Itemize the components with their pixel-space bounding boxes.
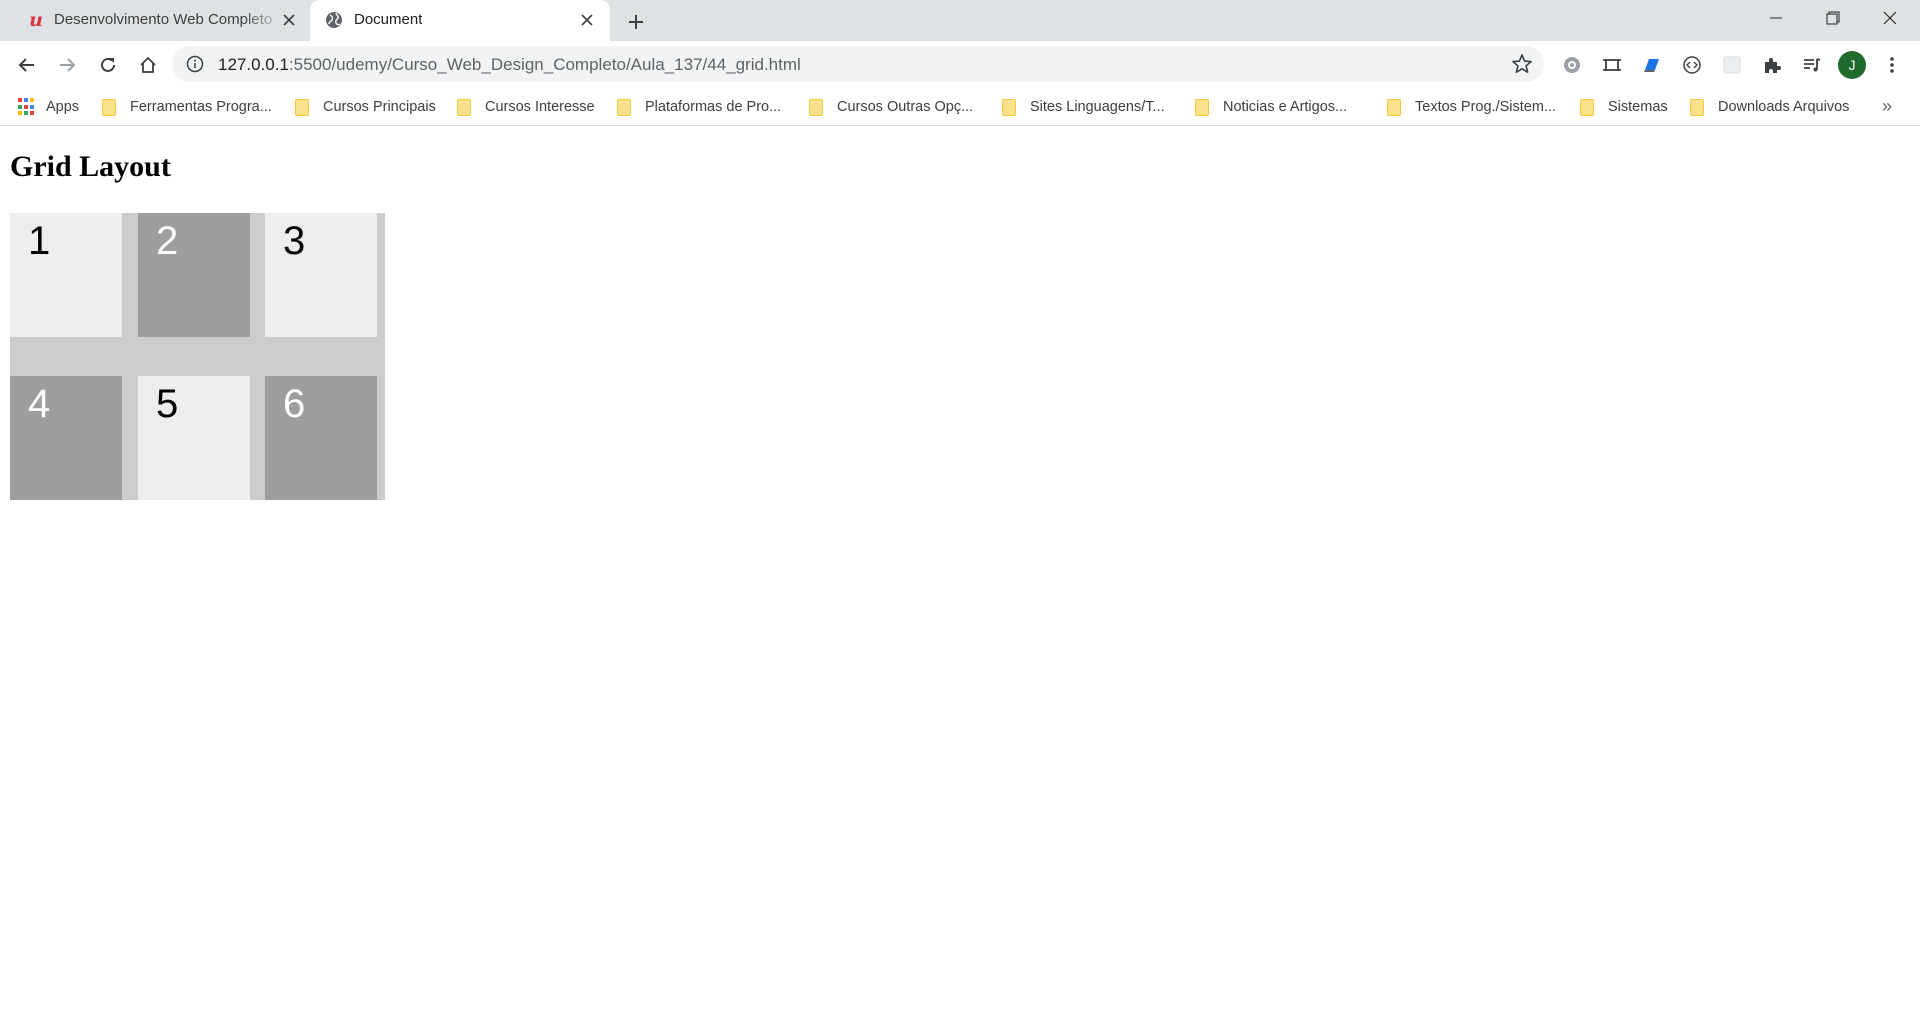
bookmark-label: Plataformas de Pro... bbox=[645, 99, 782, 115]
tab-title: Desenvolvimento Web Completo bbox=[54, 11, 273, 28]
minimize-button[interactable] bbox=[1748, 0, 1804, 36]
tab-udemy[interactable]: u Desenvolvimento Web Completo bbox=[12, 0, 312, 41]
folder-icon bbox=[457, 98, 471, 116]
tab-title: Document bbox=[354, 11, 423, 28]
home-icon bbox=[140, 56, 156, 73]
folder-icon bbox=[809, 98, 823, 116]
grid-cell: 6 bbox=[265, 376, 377, 500]
address-bar[interactable]: 127.0.0.1:5500/udemy/Curso_Web_Design_Co… bbox=[172, 46, 1544, 82]
window-close-button[interactable] bbox=[1862, 0, 1918, 36]
bookmark-label: Cursos Outras Opç... bbox=[837, 99, 974, 115]
page-viewport: Grid Layout 1 2 3 4 5 6 bbox=[0, 127, 1920, 1030]
reload-icon bbox=[101, 57, 115, 72]
grid-cell: 5 bbox=[138, 376, 250, 500]
bookmark-apps[interactable]: Apps bbox=[18, 94, 79, 120]
back-button[interactable] bbox=[11, 49, 43, 81]
bookmark-folder[interactable]: Downloads Arquivos bbox=[1690, 94, 1849, 120]
code-extension-icon[interactable] bbox=[1677, 50, 1707, 80]
arrow-left-icon bbox=[18, 58, 34, 72]
tab-document[interactable]: Document bbox=[310, 0, 610, 41]
bookmark-folder[interactable]: Cursos Outras Opç... bbox=[809, 94, 973, 120]
bookmark-folder[interactable]: Sistemas bbox=[1580, 94, 1668, 120]
blank-extension-icon[interactable] bbox=[1717, 50, 1747, 80]
restore-button[interactable] bbox=[1805, 0, 1861, 36]
grid-cell: 2 bbox=[138, 213, 250, 337]
new-tab-button[interactable] bbox=[622, 8, 650, 36]
bookmark-label: Cursos Principais bbox=[323, 99, 436, 115]
star-icon[interactable] bbox=[1511, 53, 1533, 75]
minimize-icon bbox=[1770, 17, 1782, 19]
arrow-right-icon bbox=[60, 58, 76, 72]
browser-toolbar: 127.0.0.1:5500/udemy/Curso_Web_Design_Co… bbox=[0, 41, 1920, 88]
forward-button[interactable] bbox=[51, 49, 83, 81]
close-icon bbox=[1883, 11, 1897, 25]
url-path: :5500/udemy/Curso_Web_Design_Completo/Au… bbox=[288, 55, 801, 74]
bookmark-folder[interactable]: Cursos Principais bbox=[295, 94, 436, 120]
folder-icon bbox=[295, 98, 309, 116]
apps-grid-icon bbox=[18, 98, 36, 116]
bookmark-label: Textos Prog./Sistem... bbox=[1415, 99, 1557, 115]
globe-icon bbox=[325, 11, 343, 29]
grid-cell: 3 bbox=[265, 213, 377, 337]
bookmark-label: Cursos Interesse bbox=[485, 99, 595, 115]
bookmark-folder[interactable]: Sites Linguagens/T... bbox=[1002, 94, 1165, 120]
bookmark-label: Ferramentas Progra... bbox=[130, 99, 272, 115]
reload-button[interactable] bbox=[92, 49, 124, 81]
bookmark-label: Downloads Arquivos bbox=[1718, 99, 1850, 115]
folder-icon bbox=[1195, 98, 1209, 116]
kebab-menu-icon bbox=[1890, 57, 1894, 73]
url-text[interactable]: 127.0.0.1:5500/udemy/Curso_Web_Design_Co… bbox=[218, 55, 801, 75]
grid-cell: 1 bbox=[10, 213, 122, 337]
bookmark-label: Sistemas bbox=[1608, 99, 1668, 115]
extension-settings-icon[interactable] bbox=[1557, 50, 1587, 80]
folder-icon bbox=[1690, 98, 1704, 116]
folder-icon bbox=[617, 98, 631, 116]
folder-icon bbox=[102, 98, 116, 116]
bookmark-folder[interactable]: Noticias e Artigos... bbox=[1195, 94, 1347, 120]
home-button[interactable] bbox=[132, 49, 164, 81]
folder-icon bbox=[1387, 98, 1401, 116]
more-menu-button[interactable] bbox=[1877, 50, 1907, 80]
folder-icon bbox=[1580, 98, 1594, 116]
bookmark-folder[interactable]: Cursos Interesse bbox=[457, 94, 595, 120]
bookmarks-bar: Apps Ferramentas Progra... Cursos Princi… bbox=[0, 88, 1920, 126]
info-icon[interactable] bbox=[186, 55, 204, 73]
close-icon[interactable] bbox=[576, 9, 598, 31]
tab-strip: u Desenvolvimento Web Completo Document bbox=[0, 0, 1920, 41]
bookmark-folder[interactable]: Plataformas de Pro... bbox=[617, 94, 781, 120]
restore-icon bbox=[1826, 11, 1840, 25]
screenshot-icon[interactable] bbox=[1597, 50, 1627, 80]
url-host: 127.0.0.1 bbox=[218, 55, 289, 74]
grid-cell: 4 bbox=[10, 376, 122, 500]
grid-container: 1 2 3 4 5 6 bbox=[10, 213, 385, 500]
bookmark-label: Sites Linguagens/T... bbox=[1030, 99, 1165, 115]
plus-icon bbox=[629, 15, 643, 29]
bookmark-label: Noticias e Artigos... bbox=[1223, 99, 1348, 115]
bookmark-label: Apps bbox=[46, 99, 80, 115]
blue-extension-icon[interactable] bbox=[1637, 50, 1667, 80]
bookmark-folder[interactable]: Textos Prog./Sistem... bbox=[1387, 94, 1556, 120]
folder-icon bbox=[1002, 98, 1016, 116]
puzzle-icon[interactable] bbox=[1757, 50, 1787, 80]
bookmark-folder[interactable]: Ferramentas Progra... bbox=[102, 94, 272, 120]
udemy-logo-icon: u bbox=[29, 9, 43, 31]
close-icon[interactable] bbox=[278, 9, 300, 31]
reading-list-icon[interactable] bbox=[1797, 50, 1827, 80]
page-heading: Grid Layout bbox=[10, 150, 171, 183]
profile-avatar[interactable]: J bbox=[1838, 51, 1866, 79]
bookmarks-overflow-button[interactable]: » bbox=[1882, 96, 1892, 117]
